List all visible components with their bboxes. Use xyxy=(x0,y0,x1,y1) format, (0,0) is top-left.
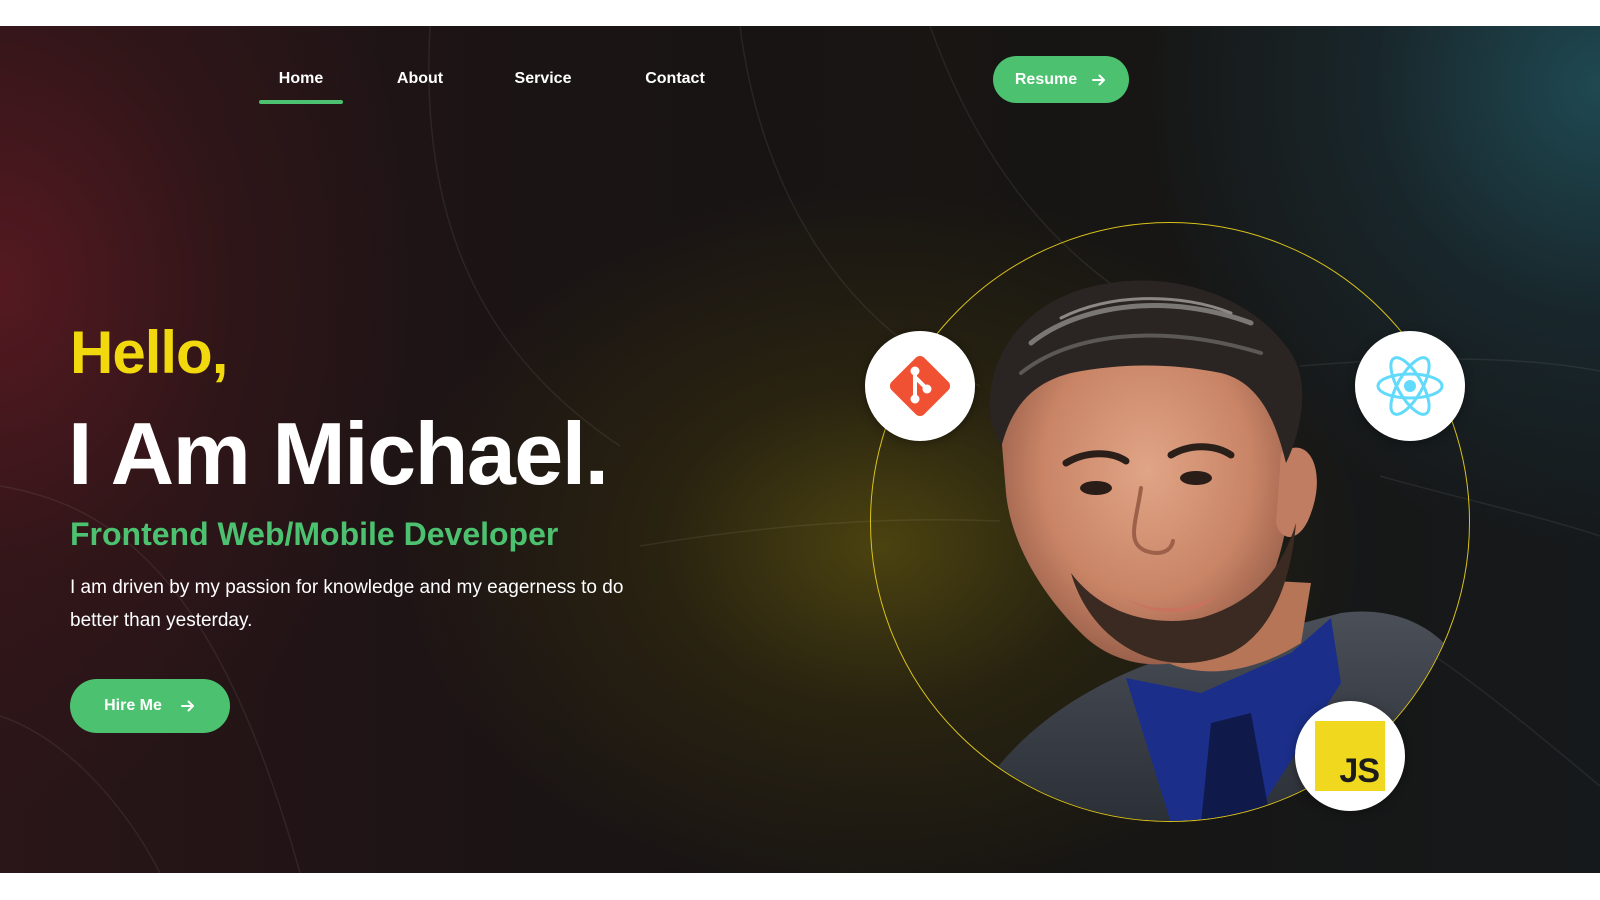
git-badge xyxy=(865,331,975,441)
page: Home About Service Contact Resume Hello,… xyxy=(0,0,1600,900)
nav-item-home-label: Home xyxy=(278,70,324,87)
arrow-right-icon xyxy=(1092,74,1106,85)
top-navigation: Home About Service Contact Resume xyxy=(0,26,1600,136)
react-badge xyxy=(1355,331,1465,441)
resume-button[interactable]: Resume xyxy=(993,56,1129,103)
javascript-icon-label: JS xyxy=(1339,752,1380,790)
hero-tagline: I am driven by my passion for knowledge … xyxy=(70,577,624,631)
nav-item-contact-label: Contact xyxy=(645,70,705,87)
git-icon xyxy=(889,355,951,417)
arrow-right-icon xyxy=(180,700,194,712)
javascript-icon: JS xyxy=(1315,721,1385,791)
javascript-badge: JS xyxy=(1295,701,1405,811)
hero-section: Home About Service Contact Resume Hello,… xyxy=(0,26,1600,873)
nav-item-service-label: Service xyxy=(514,70,572,87)
hire-me-button-label: Hire Me xyxy=(104,697,162,714)
nav-item-contact[interactable]: Contact xyxy=(630,68,720,108)
nav-item-home[interactable]: Home xyxy=(259,68,343,108)
resume-button-label: Resume xyxy=(1014,70,1078,88)
nav-item-about[interactable]: About xyxy=(380,68,460,108)
nav-item-service[interactable]: Service xyxy=(500,68,586,108)
hero-greeting: Hello, xyxy=(70,319,228,386)
hero-role: Frontend Web/Mobile Developer xyxy=(70,516,559,552)
hire-me-button[interactable]: Hire Me xyxy=(70,679,230,733)
react-icon xyxy=(1376,356,1444,416)
nav-item-about-label: About xyxy=(396,70,444,87)
active-nav-indicator xyxy=(259,100,343,104)
hero-name: I Am Michael. xyxy=(68,404,609,503)
